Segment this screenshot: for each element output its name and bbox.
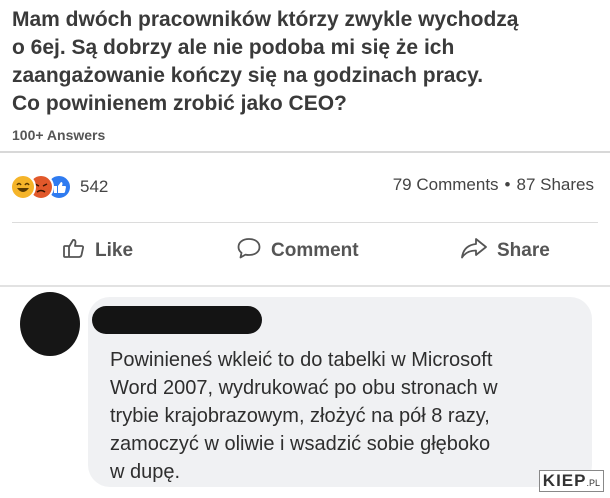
action-bar: Like Comment Share [0,236,610,272]
like-button[interactable]: Like [62,236,133,266]
stats-separator: • [504,175,511,194]
like-label: Like [95,240,134,261]
share-label: Share [497,240,550,261]
reaction-count: 542 [80,177,109,196]
reactions-summary[interactable]: 542 [10,174,108,200]
divider [0,151,610,153]
question-line: o 6ej. Są dobrzy ale nie podoba mi się ż… [12,36,455,59]
divider [12,222,598,223]
avatar[interactable] [20,292,80,356]
redacted-commenter-name [92,306,262,334]
watermark-suffix: .PL [586,478,600,488]
comment-label: Comment [271,240,359,261]
comment-line: Word 2007, wydrukować po obu stronach w [110,377,498,399]
comment-line: Powinieneś wkleić to do tabelki w Micros… [110,349,493,371]
share-arrow-icon [460,236,488,266]
thumbs-up-icon [62,236,86,266]
question-line: Co powinienem zrobić jako CEO? [12,92,347,115]
question-line: Mam dwóch pracowników którzy zwykle wych… [12,8,519,31]
answers-count[interactable]: 100+ Answers [12,127,105,143]
shares-count[interactable]: 87 Shares [517,175,595,194]
divider [0,285,610,287]
share-button[interactable]: Share [460,236,550,266]
comment-line: w dupę. [110,461,181,483]
comment-button[interactable]: Comment [236,236,359,266]
comment-body: Powinieneś wkleić to do tabelki w Micros… [110,346,590,486]
haha-icon [10,174,36,200]
kiep-watermark: KIEP.PL [538,470,604,492]
comment-line: trybie krajobrazowym, złożyć na pół 8 ra… [110,405,490,427]
post-stats: 79 Comments • 87 Shares [393,175,594,195]
comments-count[interactable]: 79 Comments [393,175,499,194]
question-text: Mam dwóch pracowników którzy zwykle wych… [12,6,602,118]
speech-bubble-icon [236,236,262,266]
watermark-main: KIEP [542,471,587,490]
question-line: zaangażowanie kończy się na godzinach pr… [12,64,484,87]
comment-line: zamoczyć w oliwie i wsadzić sobie głębok… [110,433,491,455]
